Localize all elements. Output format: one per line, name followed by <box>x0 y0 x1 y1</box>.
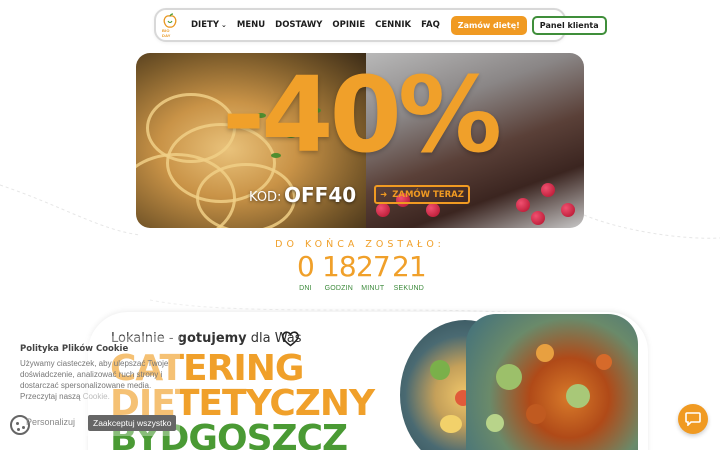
logo[interactable]: BIO DAY <box>162 12 178 38</box>
client-panel-button[interactable]: Panel klienta <box>531 15 607 35</box>
countdown-minutes-label: MINUT <box>361 285 385 292</box>
nav-item-menu[interactable]: MENU <box>237 20 265 30</box>
order-now-label: ZAMÓW TERAZ <box>392 189 464 200</box>
countdown-days-value: 0 <box>297 250 315 283</box>
countdown-minutes: 27 MINUT <box>356 250 391 293</box>
countdown-minutes-value: 27 <box>356 250 391 283</box>
promo-banner: -40% KOD: OFF40 ➜ ZAMÓW TERAZ <box>136 53 584 228</box>
countdown-days: 0 DNI <box>297 250 315 293</box>
countdown-hours-value: 18 <box>322 250 357 283</box>
accept-all-button[interactable]: Zaakceptuj wszystko <box>88 415 177 431</box>
nav-item-opinie[interactable]: OPINIE <box>332 20 365 30</box>
personalize-button[interactable]: Personalizuj <box>26 417 75 427</box>
countdown-seconds-value: 21 <box>392 250 427 283</box>
cookie-text: Używamy ciasteczek, aby ulepszać Twoje d… <box>20 358 178 402</box>
countdown-seconds-label: SEKUND <box>393 285 424 292</box>
heart-icon <box>282 331 299 347</box>
chat-button[interactable] <box>678 404 708 434</box>
countdown-seconds: 21 SEKUND <box>392 250 427 293</box>
cookie-title: Polityka Plików Cookie <box>20 344 129 354</box>
main-nav: BIO DAY DIETY ⌄ MENU DOSTAWY OPINIE CENN… <box>154 8 607 42</box>
promo-code-value: OFF40 <box>284 183 357 207</box>
promo-code-label: KOD: <box>249 190 282 205</box>
chevron-down-icon: ⌄ <box>220 21 227 29</box>
nav-item-dostawy[interactable]: DOSTAWY <box>275 20 322 30</box>
countdown-days-label: DNI <box>299 285 312 292</box>
order-now-button[interactable]: ➜ ZAMÓW TERAZ <box>374 185 470 204</box>
cookie-link[interactable]: Cookie. <box>83 392 110 401</box>
logo-text: BIO DAY <box>162 27 171 38</box>
logo-apple-icon <box>163 12 177 28</box>
order-diet-button[interactable]: Zamów dietę! <box>450 15 527 35</box>
countdown-title: DO KOŃCA ZOSTAŁO: <box>275 239 445 250</box>
chat-bubble-icon <box>685 412 701 426</box>
nav-item-diety[interactable]: DIETY ⌄ <box>191 20 227 30</box>
page: BIO DAY DIETY ⌄ MENU DOSTAWY OPINIE CENN… <box>0 0 720 450</box>
countdown-hours: 18 GODZIN <box>322 250 357 293</box>
discount-value: -40% <box>222 54 502 176</box>
nav-item-label: DIETY <box>191 20 219 30</box>
tagline-bold: gotujemy <box>177 331 247 346</box>
food-bowl-image <box>466 314 638 450</box>
nav-item-cennik[interactable]: CENNIK <box>375 20 411 30</box>
arrow-right-icon: ➜ <box>380 189 388 200</box>
nav-item-faq[interactable]: FAQ <box>421 20 440 30</box>
countdown-hours-label: GODZIN <box>324 285 354 292</box>
